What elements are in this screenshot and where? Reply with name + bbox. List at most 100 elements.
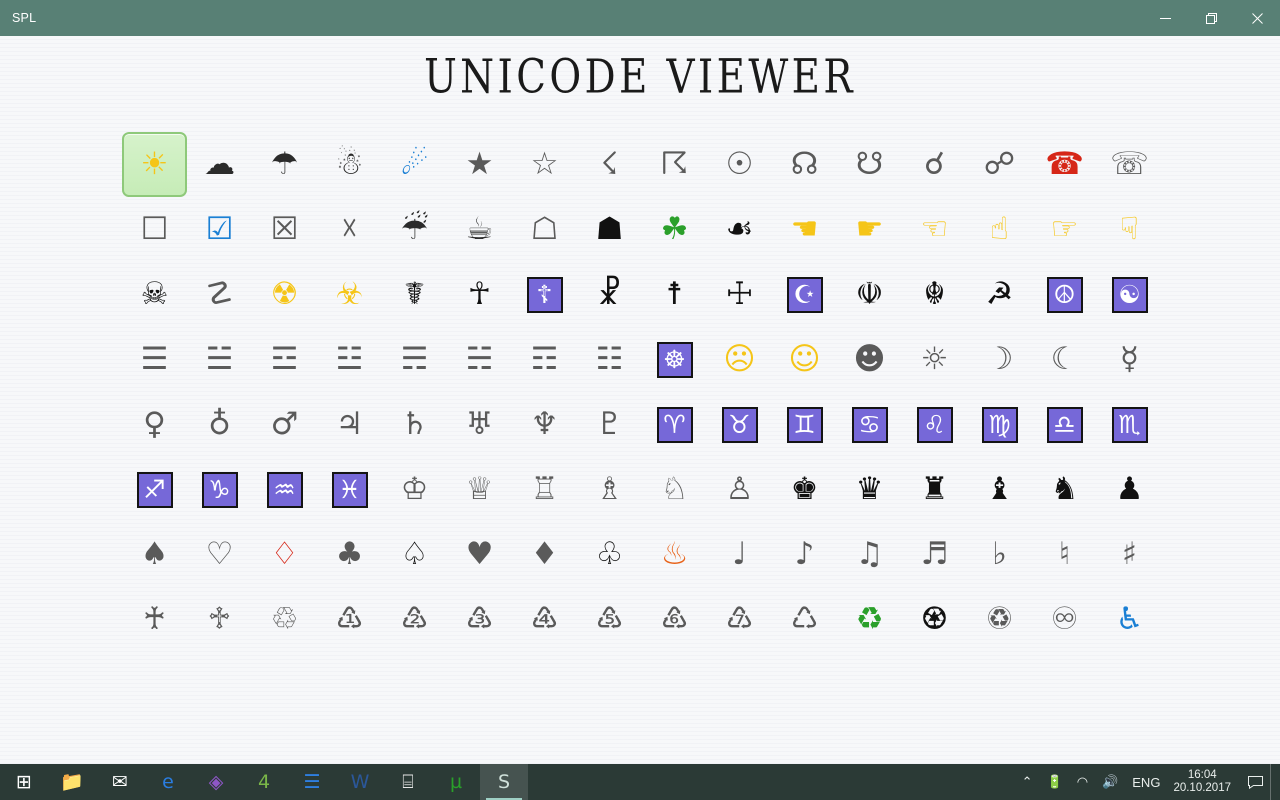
taskbar-clock[interactable]: 16:04 20.10.2017: [1167, 764, 1241, 800]
glyph-cell-east-syriac-cross[interactable]: ♱: [187, 587, 252, 652]
glyph-cell-umbrella-with-rain-drops[interactable]: ☔: [382, 197, 447, 262]
glyph-cell-farsi-symbol[interactable]: ☫: [837, 262, 902, 327]
glyph-cell-trigram-thunder[interactable]: ☳: [317, 327, 382, 392]
glyph-cell-white-chess-rook[interactable]: ♖: [512, 457, 577, 522]
glyph-cell-trigram-wind[interactable]: ☴: [382, 327, 447, 392]
glyph-cell-black-left-pointing-index[interactable]: ☚: [772, 197, 837, 262]
glyph-cell-white-diamond-suit[interactable]: ♢: [252, 522, 317, 587]
glyph-cell-cross-of-jerusalem[interactable]: ☩: [707, 262, 772, 327]
glyph-cell-neptune[interactable]: ♆: [512, 392, 577, 457]
glyph-cell-recycling-type-7-other[interactable]: ♹: [707, 587, 772, 652]
volume-icon[interactable]: 🔊: [1095, 764, 1125, 800]
glyph-cell-caduceus[interactable]: ☤: [382, 262, 447, 327]
glyph-cell-white-frowning-face[interactable]: ☹: [707, 327, 772, 392]
glyph-cell-aries[interactable]: ♈: [642, 392, 707, 457]
glyph-cell-gemini[interactable]: ♊: [772, 392, 837, 457]
glyph-cell-white-up-pointing-index[interactable]: ☝: [967, 197, 1032, 262]
glyph-cell-chi-rho[interactable]: ☧: [577, 262, 642, 327]
glyph-cell-black-club-suit[interactable]: ♣: [317, 522, 382, 587]
glyph-cell-sun[interactable]: ☉: [707, 132, 772, 197]
glyph-cell-music-sharp-sign[interactable]: ♯: [1097, 522, 1162, 587]
glyph-cell-black-telephone[interactable]: ☎: [1032, 132, 1097, 197]
glyph-cell-leo[interactable]: ♌: [902, 392, 967, 457]
glyph-cell-white-shogi-piece[interactable]: ☖: [512, 197, 577, 262]
glyph-cell-wheel-of-dharma[interactable]: ☸: [642, 327, 707, 392]
unicode-glyph-grid[interactable]: ☀ ☁ ☂ ☃ ☄ ★ ☆ ☇ ☈ ☉ ☊ ☋ ☌ ☍ ☎ ☏ ☐ ☑ ☒ ☓ ☔ ☕ ☖ ☗ ☘ ☙ ☚ ☛ ☜ ☝ ☞ ☟ ☠ ☡ ☢ ☣ ☤ ☥ ☦ ☧…: [122, 132, 1158, 652]
glyph-cell-peace-symbol[interactable]: ☮: [1032, 262, 1097, 327]
action-center-icon[interactable]: [1241, 764, 1270, 800]
glyph-cell-recycling-type-4-ldpe[interactable]: ♶: [512, 587, 577, 652]
glyph-cell-black-chess-rook[interactable]: ♜: [902, 457, 967, 522]
glyph-cell-black-shogi-piece[interactable]: ☗: [577, 197, 642, 262]
glyph-cell-white-sun-with-rays[interactable]: ☼: [902, 327, 967, 392]
glyph-cell-ballot-box-with-x[interactable]: ☒: [252, 197, 317, 262]
glyph-cell-radioactive-sign[interactable]: ☢: [252, 262, 317, 327]
glyph-cell-black-right-pointing-index[interactable]: ☛: [837, 197, 902, 262]
glyph-cell-ascending-node[interactable]: ☊: [772, 132, 837, 197]
glyph-cell-saturn[interactable]: ♄: [382, 392, 447, 457]
glyph-cell-last-quarter-moon[interactable]: ☾: [1032, 327, 1097, 392]
glyph-cell-recycled-paper-symbol[interactable]: ♼: [902, 587, 967, 652]
show-hidden-icons[interactable]: ⌃: [1015, 764, 1040, 800]
taskbar-start-button[interactable]: ⊞: [0, 764, 48, 800]
glyph-cell-ballot-box-with-check[interactable]: ☑: [187, 197, 252, 262]
glyph-cell-cancer[interactable]: ♋: [837, 392, 902, 457]
glyph-cell-male-sign[interactable]: ♂: [252, 392, 317, 457]
glyph-cell-black-chess-queen[interactable]: ♛: [837, 457, 902, 522]
glyph-cell-sagittarius[interactable]: ♐: [122, 457, 187, 522]
glyph-cell-black-chess-bishop[interactable]: ♝: [967, 457, 1032, 522]
glyph-cell-black-chess-pawn[interactable]: ♟: [1097, 457, 1162, 522]
glyph-cell-music-flat-sign[interactable]: ♭: [967, 522, 1032, 587]
glyph-cell-white-club-suit[interactable]: ♧: [577, 522, 642, 587]
glyph-cell-adi-shakti[interactable]: ☬: [902, 262, 967, 327]
taskbar-microsoft-edge[interactable]: e: [144, 764, 192, 800]
glyph-cell-white-spade-suit[interactable]: ♤: [382, 522, 447, 587]
glyph-cell-ankh[interactable]: ☥: [447, 262, 512, 327]
glyph-cell-scorpius[interactable]: ♏: [1097, 392, 1162, 457]
taskbar-spl-app[interactable]: Ѕ: [480, 764, 528, 800]
glyph-cell-eighth-note[interactable]: ♪: [772, 522, 837, 587]
glyph-cell-reversed-rotated-floral-bullet[interactable]: ☙: [707, 197, 772, 262]
glyph-cell-white-chess-king[interactable]: ♔: [382, 457, 447, 522]
glyph-cell-ballot-box[interactable]: ☐: [122, 197, 187, 262]
glyph-cell-white-chess-pawn[interactable]: ♙: [707, 457, 772, 522]
glyph-cell-skull-and-crossbones[interactable]: ☠: [122, 262, 187, 327]
taskbar-utorrent[interactable]: µ: [432, 764, 480, 800]
glyph-cell-cross-of-lorraine[interactable]: ☨: [642, 262, 707, 327]
glyph-cell-black-smiling-face[interactable]: ☻: [837, 327, 902, 392]
taskbar-file-explorer[interactable]: 📁: [48, 764, 96, 800]
glyph-cell-descending-node[interactable]: ☋: [837, 132, 902, 197]
taskbar-microsoft-word[interactable]: W: [336, 764, 384, 800]
glyph-cell-white-heart-suit[interactable]: ♡: [187, 522, 252, 587]
glyph-cell-mercury[interactable]: ☿: [1097, 327, 1162, 392]
glyph-cell-white-down-pointing-index[interactable]: ☟: [1097, 197, 1162, 262]
glyph-cell-star-and-crescent[interactable]: ☪: [772, 262, 837, 327]
show-desktop-button[interactable]: [1270, 764, 1280, 800]
glyph-cell-beamed-eighth-notes[interactable]: ♫: [837, 522, 902, 587]
glyph-cell-pisces[interactable]: ♓: [317, 457, 382, 522]
taskbar-blue-app[interactable]: ☰: [288, 764, 336, 800]
glyph-cell-recycling-type-1-pete[interactable]: ♳: [317, 587, 382, 652]
glyph-cell-umbrella[interactable]: ☂: [252, 132, 317, 197]
glyph-cell-shamrock[interactable]: ☘: [642, 197, 707, 262]
glyph-cell-comet[interactable]: ☄: [382, 132, 447, 197]
glyph-cell-capricorn[interactable]: ♑: [187, 457, 252, 522]
glyph-cell-partially-recycled-paper[interactable]: ♽: [967, 587, 1032, 652]
glyph-cell-trigram-heaven[interactable]: ☰: [122, 327, 187, 392]
glyph-cell-wheelchair-symbol[interactable]: ♿: [1097, 587, 1162, 652]
glyph-cell-west-syriac-cross[interactable]: ♰: [122, 587, 187, 652]
glyph-cell-taurus[interactable]: ♉: [707, 392, 772, 457]
taskbar-visual-studio-code[interactable]: ◈: [192, 764, 240, 800]
glyph-cell-recycling-type-6-ps[interactable]: ♸: [642, 587, 707, 652]
glyph-cell-music-natural-sign[interactable]: ♮: [1032, 522, 1097, 587]
taskbar-mail-app[interactable]: ✉: [96, 764, 144, 800]
glyph-cell-libra[interactable]: ♎: [1032, 392, 1097, 457]
glyph-cell-aquarius[interactable]: ♒: [252, 457, 317, 522]
glyph-cell-beamed-sixteenth-notes[interactable]: ♬: [902, 522, 967, 587]
glyph-cell-opposition[interactable]: ☍: [967, 132, 1032, 197]
glyph-cell-black-chess-king[interactable]: ♚: [772, 457, 837, 522]
glyph-cell-trigram-water[interactable]: ☵: [447, 327, 512, 392]
glyph-cell-orthodox-cross[interactable]: ☦: [512, 262, 577, 327]
glyph-cell-black-sun-with-rays[interactable]: ☀: [122, 132, 187, 197]
glyph-cell-saltire[interactable]: ☓: [317, 197, 382, 262]
